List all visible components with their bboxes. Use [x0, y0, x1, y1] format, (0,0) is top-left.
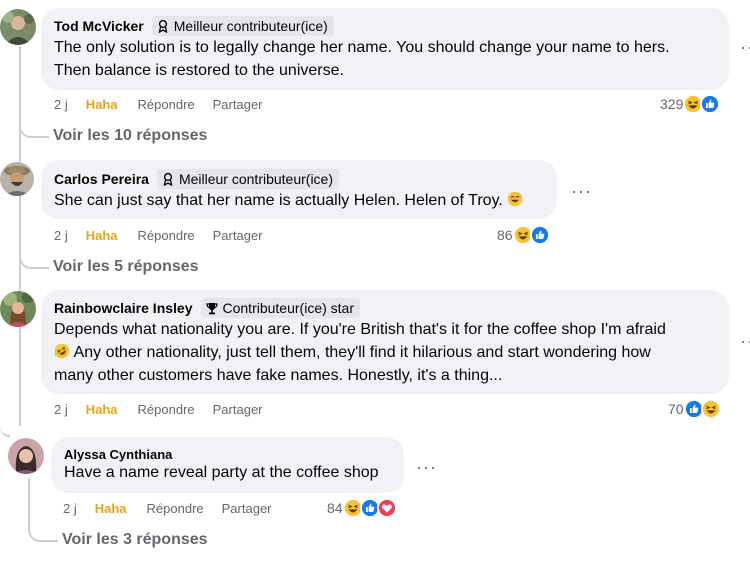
- badge-label: Meilleur contributeur(ice): [173, 18, 328, 34]
- timestamp[interactable]: 2 j: [54, 228, 68, 243]
- reaction-summary[interactable]: 329: [660, 94, 721, 114]
- avatar[interactable]: [8, 438, 44, 474]
- reaction-button[interactable]: Haha: [95, 501, 127, 516]
- reaction-button[interactable]: Haha: [86, 97, 118, 112]
- comment-text-segment: Any other nationality, just tell them, t…: [73, 344, 651, 361]
- comment-author[interactable]: Rainbowclaire Insley: [54, 300, 193, 316]
- reaction-summary[interactable]: 84: [327, 498, 397, 518]
- timestamp[interactable]: 2 j: [54, 402, 68, 417]
- reply-connector: [19, 100, 49, 138]
- like-icon: [529, 225, 550, 245]
- comment-bubble: Rainbowclaire Insley Contributeur(ice) s…: [41, 290, 729, 394]
- avatar[interactable]: [0, 291, 36, 327]
- top-contributor-icon: [163, 172, 173, 186]
- comment-text-line: Have a name reveal party at the coffee s…: [64, 464, 379, 481]
- reply-button[interactable]: Répondre: [138, 228, 195, 243]
- comment-author[interactable]: Alyssa Cynthiana: [64, 447, 172, 462]
- like-icon: [700, 94, 721, 114]
- comment-bubble: Tod McVicker Meilleur contributeur(ice) …: [41, 8, 729, 90]
- contributor-badge[interactable]: Meilleur contributeur(ice): [151, 16, 334, 36]
- rofl-emoji: [54, 343, 70, 359]
- comment-actions: 2 j Haha Répondre Partager: [54, 97, 281, 112]
- share-button[interactable]: Partager: [213, 228, 263, 243]
- contributor-badge[interactable]: Meilleur contributeur(ice): [156, 169, 340, 189]
- more-options-icon[interactable]: ···: [571, 182, 592, 200]
- reaction-count: 70: [668, 401, 684, 417]
- reaction-count: 86: [497, 227, 513, 243]
- comment-text: She can just say that her name is actual…: [54, 189, 544, 212]
- comment-text-line: The only solution is to legally change h…: [54, 39, 670, 56]
- comment-text-line: Depends what nationality you are. If you…: [54, 321, 666, 338]
- reaction-button[interactable]: Haha: [86, 402, 118, 417]
- avatar[interactable]: [0, 9, 36, 45]
- reply-connector: [28, 478, 58, 542]
- comment-text: The only solution is to legally change h…: [54, 36, 716, 82]
- view-replies-link[interactable]: Voir les 10 réponses: [53, 127, 207, 145]
- comment-text-line: Then balance is restored to the universe…: [54, 62, 344, 79]
- share-button[interactable]: Partager: [222, 501, 272, 516]
- avatar[interactable]: [0, 162, 34, 196]
- view-replies-link[interactable]: Voir les 5 réponses: [53, 258, 199, 276]
- reply-connector: [19, 230, 49, 269]
- timestamp[interactable]: 2 j: [63, 501, 77, 516]
- reply-button[interactable]: Répondre: [138, 97, 195, 112]
- trophy-icon: [205, 303, 218, 315]
- haha-icon: [700, 399, 721, 419]
- thread-connector: [0, 395, 10, 437]
- view-replies-link[interactable]: Voir les 3 réponses: [62, 531, 208, 549]
- reaction-summary[interactable]: 86: [497, 225, 550, 245]
- comment-actions: 2 j Haha Répondre Partager: [54, 228, 281, 243]
- comment-text-line: She can just say that her name is actual…: [54, 192, 503, 209]
- badge-label: Contributeur(ice) star: [222, 300, 355, 316]
- reply-button[interactable]: Répondre: [138, 402, 195, 417]
- timestamp[interactable]: 2 j: [54, 97, 68, 112]
- share-button[interactable]: Partager: [213, 402, 263, 417]
- comment-text: Have a name reveal party at the coffee s…: [64, 462, 391, 484]
- comment-author[interactable]: Tod McVicker: [54, 18, 144, 34]
- reaction-count: 84: [327, 500, 343, 516]
- reaction-count: 329: [660, 96, 684, 112]
- grinning-sweat-emoji: [508, 191, 523, 207]
- share-button[interactable]: Partager: [213, 97, 263, 112]
- badge-label: Meilleur contributeur(ice): [178, 171, 334, 187]
- comment-actions: 2 j Haha Répondre Partager: [63, 501, 290, 516]
- reaction-summary[interactable]: 70: [668, 399, 721, 419]
- comment-bubble: Alyssa Cynthiana Have a name reveal part…: [51, 437, 404, 493]
- comment-bubble: Carlos Pereira Meilleur contributeur(ice…: [41, 160, 557, 219]
- more-options-icon[interactable]: ···: [740, 332, 750, 350]
- comment-text-line: many other customers have fake names. Ho…: [54, 367, 503, 384]
- comment-text: Depends what nationality you are. If you…: [54, 318, 716, 387]
- more-options-icon[interactable]: ···: [740, 38, 750, 56]
- love-icon: [376, 498, 397, 518]
- contributor-badge[interactable]: Contributeur(ice) star: [200, 298, 360, 318]
- comment-actions: 2 j Haha Répondre Partager: [54, 402, 281, 417]
- reaction-button[interactable]: Haha: [86, 228, 118, 243]
- comment-text-line: Any other nationality, just tell them, t…: [54, 341, 716, 364]
- reply-button[interactable]: Répondre: [147, 501, 204, 516]
- top-contributor-icon: [158, 19, 168, 33]
- comment-author[interactable]: Carlos Pereira: [54, 171, 149, 187]
- more-options-icon[interactable]: ···: [416, 458, 437, 476]
